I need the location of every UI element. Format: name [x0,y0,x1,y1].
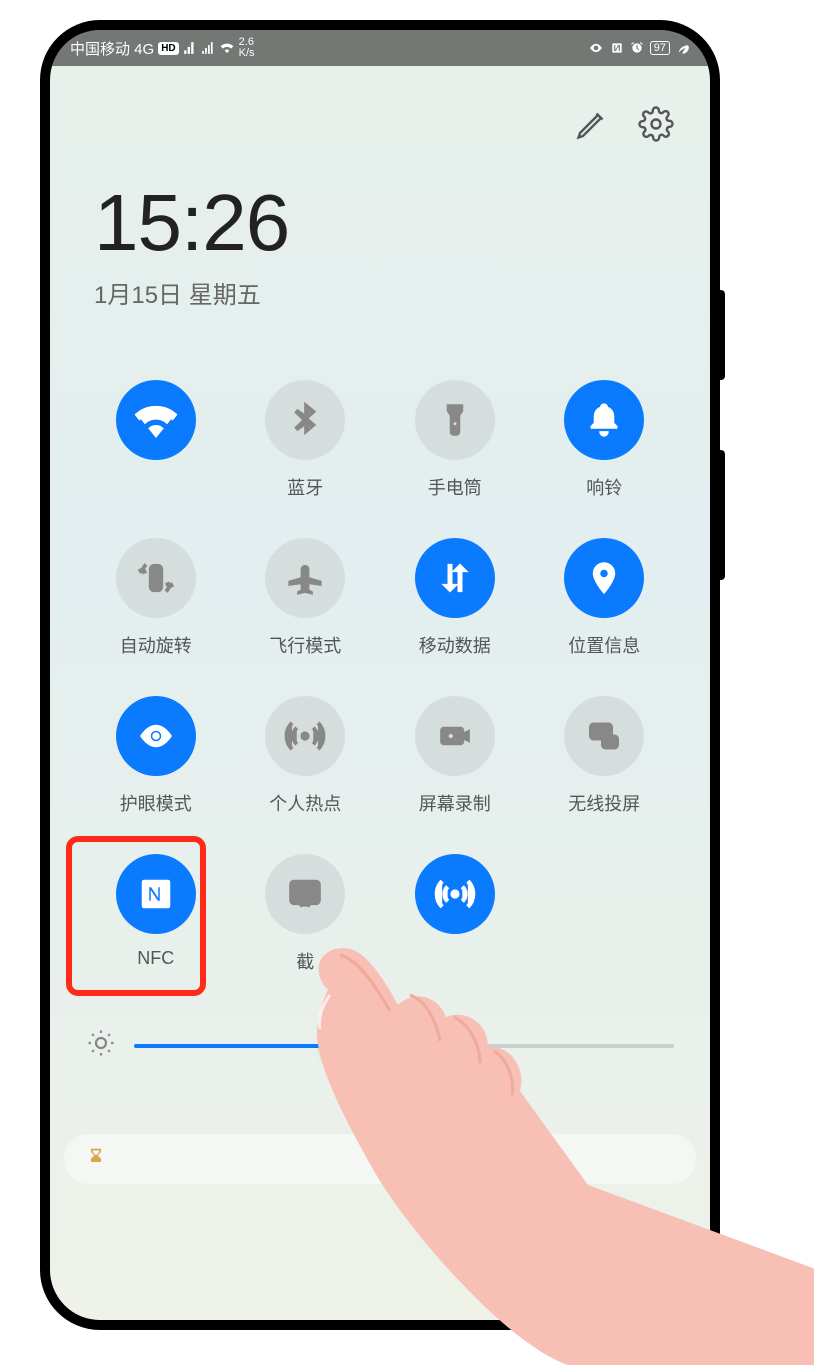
tile-flashlight[interactable]: 手电筒 [385,380,525,500]
flashlight-icon[interactable] [415,380,495,460]
tile-label: 护眼模式 [120,790,192,816]
phone-screen: 中国移动 4G HD 2.6 K/s 97 [50,30,710,1320]
tile-label: 蓝牙 [287,474,323,500]
tile-label: 移动数据 [419,632,491,658]
phone-frame: 中国移动 4G HD 2.6 K/s 97 [40,20,720,1330]
tile-data[interactable]: 移动数据 [385,538,525,658]
brightness-slider[interactable] [134,1044,674,1048]
rotate-icon[interactable] [116,538,196,618]
time-block: 15:26 1月15日 星期五 [50,147,710,310]
hourglass-icon [86,1145,106,1174]
wifi-status-icon [219,41,235,55]
tile-wifi[interactable] [86,380,226,500]
tile-bell[interactable]: 响铃 [535,380,675,500]
brightness-low-icon [86,1028,116,1063]
clock-time: 15:26 [94,177,710,269]
notification-area[interactable] [64,1134,696,1184]
tile-airplane[interactable]: 飞行模式 [236,538,376,658]
panel-drag-handle[interactable] [50,1063,710,1110]
signal-4g-icon [183,41,197,55]
leaf-icon [676,41,690,55]
location-icon[interactable] [564,538,644,618]
power-button[interactable] [717,290,725,380]
tile-rotate[interactable]: 自动旋转 [86,538,226,658]
hd-badge: HD [158,42,178,55]
record-icon[interactable] [415,696,495,776]
slider-thumb[interactable] [321,1028,357,1064]
edit-icon[interactable] [574,106,610,147]
watermark: 头条 @数窗风 [687,1333,794,1358]
eye-icon[interactable] [116,696,196,776]
data-icon[interactable] [415,538,495,618]
eye-status-icon [588,41,604,55]
tile-record[interactable]: 屏幕录制 [385,696,525,816]
clock-date: 1月15日 星期五 [94,275,710,310]
airplane-icon[interactable] [265,538,345,618]
brightness-row [50,974,710,1063]
tile-screenshot[interactable]: 截 [236,854,376,974]
settings-icon[interactable] [638,106,674,147]
tile-huawei-share[interactable] [385,854,525,974]
nfc-status-icon [610,41,624,55]
tile-label: 位置信息 [568,632,640,658]
bell-icon[interactable] [564,380,644,460]
tile-hotspot[interactable]: 个人热点 [236,696,376,816]
tile-label: 截 [296,948,314,974]
volume-button[interactable] [717,450,725,580]
tile-location[interactable]: 位置信息 [535,538,675,658]
tile-label: 飞行模式 [269,632,341,658]
status-right: 97 [588,41,690,55]
screenshot-icon[interactable] [265,854,345,934]
tile-cast[interactable]: 无线投屏 [535,696,675,816]
tile-label: 个人热点 [269,790,341,816]
tile-label: 手电筒 [428,474,482,500]
tile-label: 响铃 [586,474,622,500]
status-bar: 中国移动 4G HD 2.6 K/s 97 [50,30,710,66]
hotspot-icon[interactable] [265,696,345,776]
tile-label: 屏幕录制 [419,790,491,816]
wifi-icon[interactable] [116,380,196,460]
bluetooth-icon[interactable] [265,380,345,460]
tile-bluetooth[interactable]: 蓝牙 [236,380,376,500]
tile-label: 自动旋转 [120,632,192,658]
carrier-label: 中国移动 4G [70,38,154,59]
tile-nfc[interactable]: NFC [86,854,226,974]
quick-settings-grid: 蓝牙 手电筒 响铃自动旋转 飞行模式 移动数据 位置信息护眼模式 个人热点 屏幕录制 无线投屏 N… [50,310,710,974]
nfc-icon[interactable] [116,854,196,934]
alarm-status-icon [630,41,644,55]
panel-actions [50,66,710,147]
net-speed: 2.6 K/s [239,37,255,59]
signal-bars-icon [201,41,215,55]
huawei-share-icon[interactable] [415,854,495,934]
tile-label: 无线投屏 [568,790,640,816]
tile-label: NFC [137,948,174,969]
status-left: 中国移动 4G HD 2.6 K/s [70,37,255,59]
tile-eye[interactable]: 护眼模式 [86,696,226,816]
slider-fill [134,1044,339,1048]
cast-icon[interactable] [564,696,644,776]
battery-badge: 97 [650,41,670,55]
